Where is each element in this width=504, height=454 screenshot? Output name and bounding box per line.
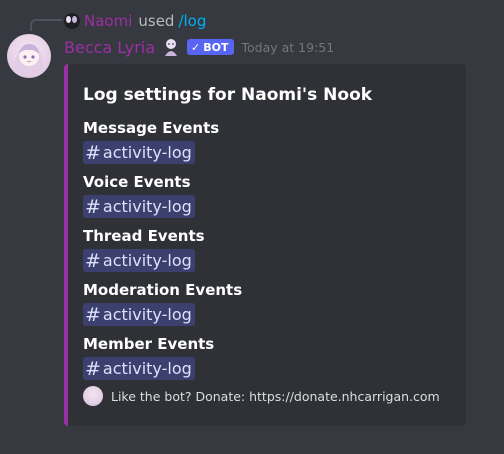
bot-tag: ✓ BOT bbox=[187, 39, 234, 55]
check-icon: ✓ bbox=[191, 40, 201, 54]
channel-name[interactable]: activity-log bbox=[103, 305, 192, 324]
hash-icon: # bbox=[85, 303, 101, 326]
footer-text: Like the bot? Donate: https://donate.nhc… bbox=[111, 388, 440, 404]
embed-field: Message Events # activity-log bbox=[83, 118, 219, 164]
embed-footer: Like the bot? Donate: https://donate.nhc… bbox=[83, 386, 440, 406]
reply-spine bbox=[30, 19, 62, 31]
embed-field: Thread Events # activity-log bbox=[83, 226, 205, 272]
bot-tag-label: BOT bbox=[203, 40, 229, 54]
reply-command[interactable]: /log bbox=[178, 12, 206, 30]
channel-name[interactable]: activity-log bbox=[103, 251, 192, 270]
reply-username[interactable]: Naomi bbox=[84, 12, 132, 30]
chat-message: Naomi used /log Becca Lyria ✓ BOT Today … bbox=[0, 0, 504, 454]
hash-icon: # bbox=[85, 141, 101, 164]
field-name: Message Events bbox=[83, 119, 220, 137]
role-icon bbox=[161, 37, 181, 57]
embed-field: Moderation Events # activity-log bbox=[83, 280, 242, 326]
message-username[interactable]: Becca Lyria bbox=[64, 38, 155, 57]
field-name: Moderation Events bbox=[83, 281, 243, 299]
channel-mention[interactable]: # activity-log bbox=[83, 357, 195, 380]
footer-avatar-icon bbox=[83, 386, 103, 406]
channel-name[interactable]: activity-log bbox=[103, 143, 192, 162]
field-name: Member Events bbox=[83, 335, 215, 353]
channel-mention[interactable]: # activity-log bbox=[83, 249, 195, 272]
field-name: Voice Events bbox=[83, 173, 191, 191]
embed-title: Log settings for Naomi's Nook bbox=[83, 85, 373, 105]
channel-name[interactable]: activity-log bbox=[103, 197, 192, 216]
embed-field: Member Events # activity-log bbox=[83, 334, 214, 380]
embed-field: Voice Events # activity-log bbox=[83, 172, 195, 218]
channel-mention[interactable]: # activity-log bbox=[83, 195, 195, 218]
avatar-image bbox=[14, 44, 44, 74]
message-timestamp[interactable]: Today at 19:51 bbox=[242, 40, 335, 55]
avatar[interactable] bbox=[7, 34, 51, 78]
hash-icon: # bbox=[85, 195, 101, 218]
channel-mention[interactable]: # activity-log bbox=[83, 141, 195, 164]
hash-icon: # bbox=[85, 357, 101, 380]
channel-mention[interactable]: # activity-log bbox=[83, 303, 195, 326]
field-name: Thread Events bbox=[83, 227, 205, 245]
message-header: Becca Lyria ✓ BOT Today at 19:51 bbox=[64, 36, 334, 58]
reply-used-text: used bbox=[138, 12, 175, 30]
reply-reference[interactable]: Naomi used /log bbox=[64, 11, 206, 31]
embed-card: Log settings for Naomi's Nook Message Ev… bbox=[64, 64, 466, 426]
hash-icon: # bbox=[85, 249, 101, 272]
reply-avatar[interactable] bbox=[64, 13, 80, 29]
channel-name[interactable]: activity-log bbox=[103, 359, 192, 378]
